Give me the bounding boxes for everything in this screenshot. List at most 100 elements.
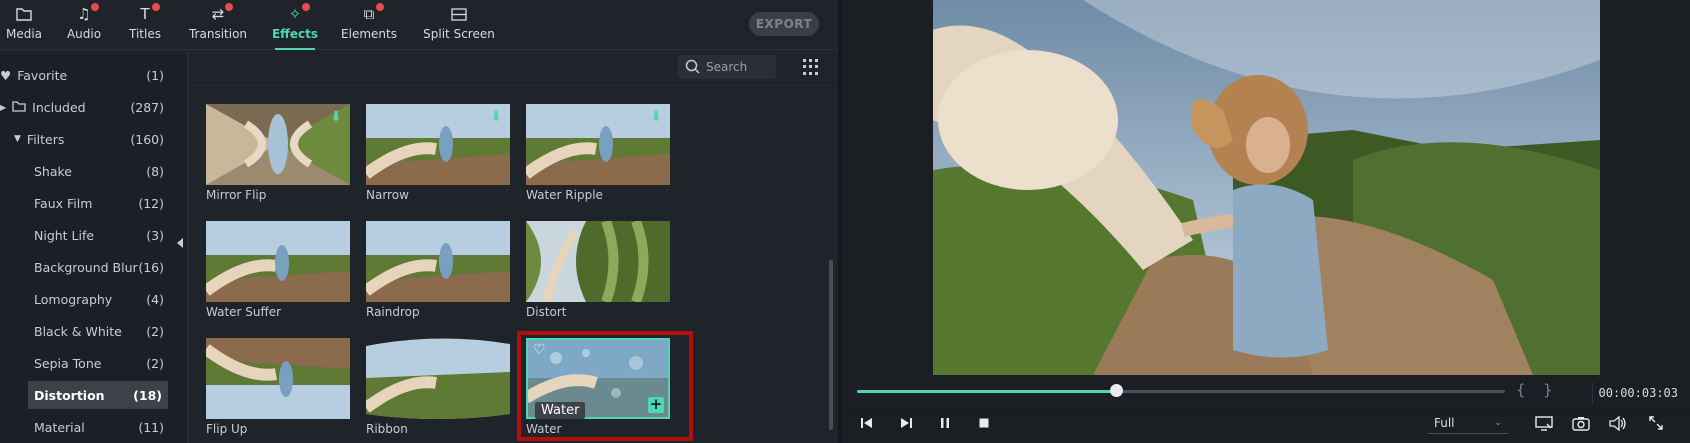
play-icon — [901, 418, 912, 428]
notification-dot — [152, 3, 160, 11]
preview-pane: { } 00:00:03:03 Full ⌄ — [843, 0, 1690, 443]
sidebar-item-sepia-tone[interactable]: Sepia Tone (2) — [34, 349, 170, 377]
active-tab-underline — [275, 48, 315, 50]
tab-elements-label: Elements — [341, 27, 397, 41]
tab-transition[interactable]: ⇄ Transition — [189, 0, 247, 50]
effect-card-water-ripple[interactable]: ⬇ Water Ripple — [526, 104, 670, 202]
previous-frame-button[interactable] — [856, 414, 878, 432]
sidebar-item-count: (3) — [146, 227, 164, 243]
render-preview-button[interactable] — [1533, 414, 1555, 432]
search-input[interactable] — [706, 60, 776, 74]
split-screen-icon — [448, 5, 470, 23]
effect-thumbnail — [526, 221, 670, 302]
app-window: Media ♫ Audio T Titles ⇄ Transition ✧ Ef… — [0, 0, 1690, 443]
heart-icon: ♥ — [0, 67, 12, 83]
notification-dot — [376, 3, 384, 11]
quality-select[interactable]: Full ⌄ — [1428, 412, 1508, 434]
download-icon[interactable]: ⬇ — [490, 109, 502, 125]
sidebar-item-label: Background Blur — [34, 259, 138, 275]
grid-view-icon[interactable] — [803, 59, 819, 75]
volume-icon — [1609, 415, 1626, 431]
tab-split-screen-label: Split Screen — [423, 27, 495, 41]
sidebar-item-label: Distortion — [34, 387, 105, 403]
sidebar-item-shake[interactable]: Shake (8) — [34, 157, 170, 185]
volume-button[interactable] — [1607, 414, 1629, 432]
tooltip: Water — [535, 402, 586, 419]
sidebar-item-count: (12) — [138, 195, 164, 211]
snapshot-button[interactable] — [1570, 414, 1592, 432]
effect-card-narrow[interactable]: ⬇ Narrow — [366, 104, 510, 202]
tab-media-label: Media — [5, 27, 43, 41]
pause-button[interactable] — [934, 414, 956, 432]
sidebar-item-material[interactable]: Material (11) — [34, 413, 170, 441]
search-box[interactable] — [678, 55, 776, 79]
elements-icon: ⧉ — [358, 3, 384, 23]
sidebar-item-count: (4) — [146, 291, 164, 307]
sidebar-item-included[interactable]: ▶ Included (287) — [0, 93, 170, 121]
caret-down-icon: ▼ — [14, 134, 21, 144]
sidebar-item-label: Black & White — [34, 323, 122, 339]
divider — [843, 409, 1690, 410]
effect-card-mirror-flip[interactable]: ⬇ Mirror Flip — [206, 104, 350, 202]
effect-label: Distort — [526, 305, 567, 319]
export-button[interactable]: EXPORT — [749, 12, 819, 36]
notification-dot — [302, 3, 310, 11]
effect-label: Water Ripple — [526, 188, 603, 202]
sidebar-item-filters[interactable]: ▼ Filters (160) — [14, 125, 170, 153]
sidebar-item-black-white[interactable]: Black & White (2) — [34, 317, 170, 345]
mark-in-button[interactable]: { — [1516, 381, 1526, 399]
sidebar-item-favorite[interactable]: ♥ Favorite (1) — [0, 61, 170, 89]
timecode-display: 00:00:03:03 — [1592, 382, 1678, 404]
sidebar-item-count: (287) — [130, 99, 164, 115]
collapse-sidebar-icon[interactable] — [177, 238, 183, 248]
quality-value: Full — [1434, 415, 1455, 430]
tab-audio[interactable]: ♫ Audio — [66, 0, 102, 50]
sidebar-item-count: (18) — [133, 387, 162, 403]
tab-split-screen[interactable]: Split Screen — [423, 0, 495, 50]
fullscreen-button[interactable] — [1645, 414, 1667, 432]
sidebar-item-label: Shake — [34, 163, 73, 179]
download-icon[interactable]: ⬇ — [330, 109, 342, 125]
sidebar-item-count: (16) — [138, 259, 164, 275]
effect-label: Mirror Flip — [206, 188, 267, 202]
play-button[interactable] — [895, 414, 917, 432]
video-preview — [933, 0, 1600, 375]
sidebar-item-night-life[interactable]: Night Life (3) — [34, 221, 170, 249]
effect-card-distort[interactable]: Distort — [526, 221, 670, 319]
stop-icon — [979, 418, 989, 428]
tab-elements[interactable]: ⧉ Elements — [341, 0, 397, 50]
effect-card-flip-up[interactable]: Flip Up — [206, 338, 350, 436]
scrollbar[interactable] — [829, 260, 833, 430]
tab-effects[interactable]: ✧ Effects — [269, 0, 321, 50]
effect-card-ribbon[interactable]: Ribbon — [366, 338, 510, 436]
sidebar-item-label: Sepia Tone — [34, 355, 102, 371]
folder-icon — [12, 100, 26, 115]
sidebar-item-background-blur[interactable]: Background Blur (16) — [34, 253, 170, 281]
effect-label: Flip Up — [206, 422, 248, 436]
effect-label: Raindrop — [366, 305, 420, 319]
sidebar-item-lomography[interactable]: Lomography (4) — [34, 285, 170, 313]
sidebar-item-faux-film[interactable]: Faux Film (12) — [34, 189, 170, 217]
sidebar-item-label: Favorite — [17, 67, 68, 83]
sidebar-item-count: (160) — [130, 131, 164, 147]
tab-titles-label: Titles — [129, 27, 161, 41]
tab-titles[interactable]: T Titles — [128, 0, 162, 50]
mark-out-button[interactable]: } — [1543, 381, 1553, 399]
sidebar-item-distortion[interactable]: Distortion (18) — [28, 381, 168, 409]
playhead-handle[interactable] — [1110, 384, 1124, 397]
sidebar-item-count: (1) — [146, 67, 164, 83]
effect-card-water-suffer[interactable]: Water Suffer — [206, 221, 350, 319]
stop-button[interactable] — [973, 414, 995, 432]
effect-card-raindrop[interactable]: Raindrop — [366, 221, 510, 319]
effect-thumbnail — [366, 338, 510, 419]
download-icon[interactable]: ⬇ — [650, 109, 662, 125]
monitor-icon — [1535, 415, 1553, 431]
effect-thumbnail — [206, 221, 350, 302]
tab-effects-label: Effects — [271, 27, 319, 41]
sidebar-item-label: Faux Film — [34, 195, 93, 211]
effect-thumbnail: ⬇ — [526, 104, 670, 185]
tab-media[interactable]: Media — [4, 0, 44, 50]
caret-right-icon: ▶ — [0, 102, 7, 112]
playback-progress-track[interactable] — [857, 390, 1505, 393]
sidebar-item-label: Night Life — [34, 227, 95, 243]
